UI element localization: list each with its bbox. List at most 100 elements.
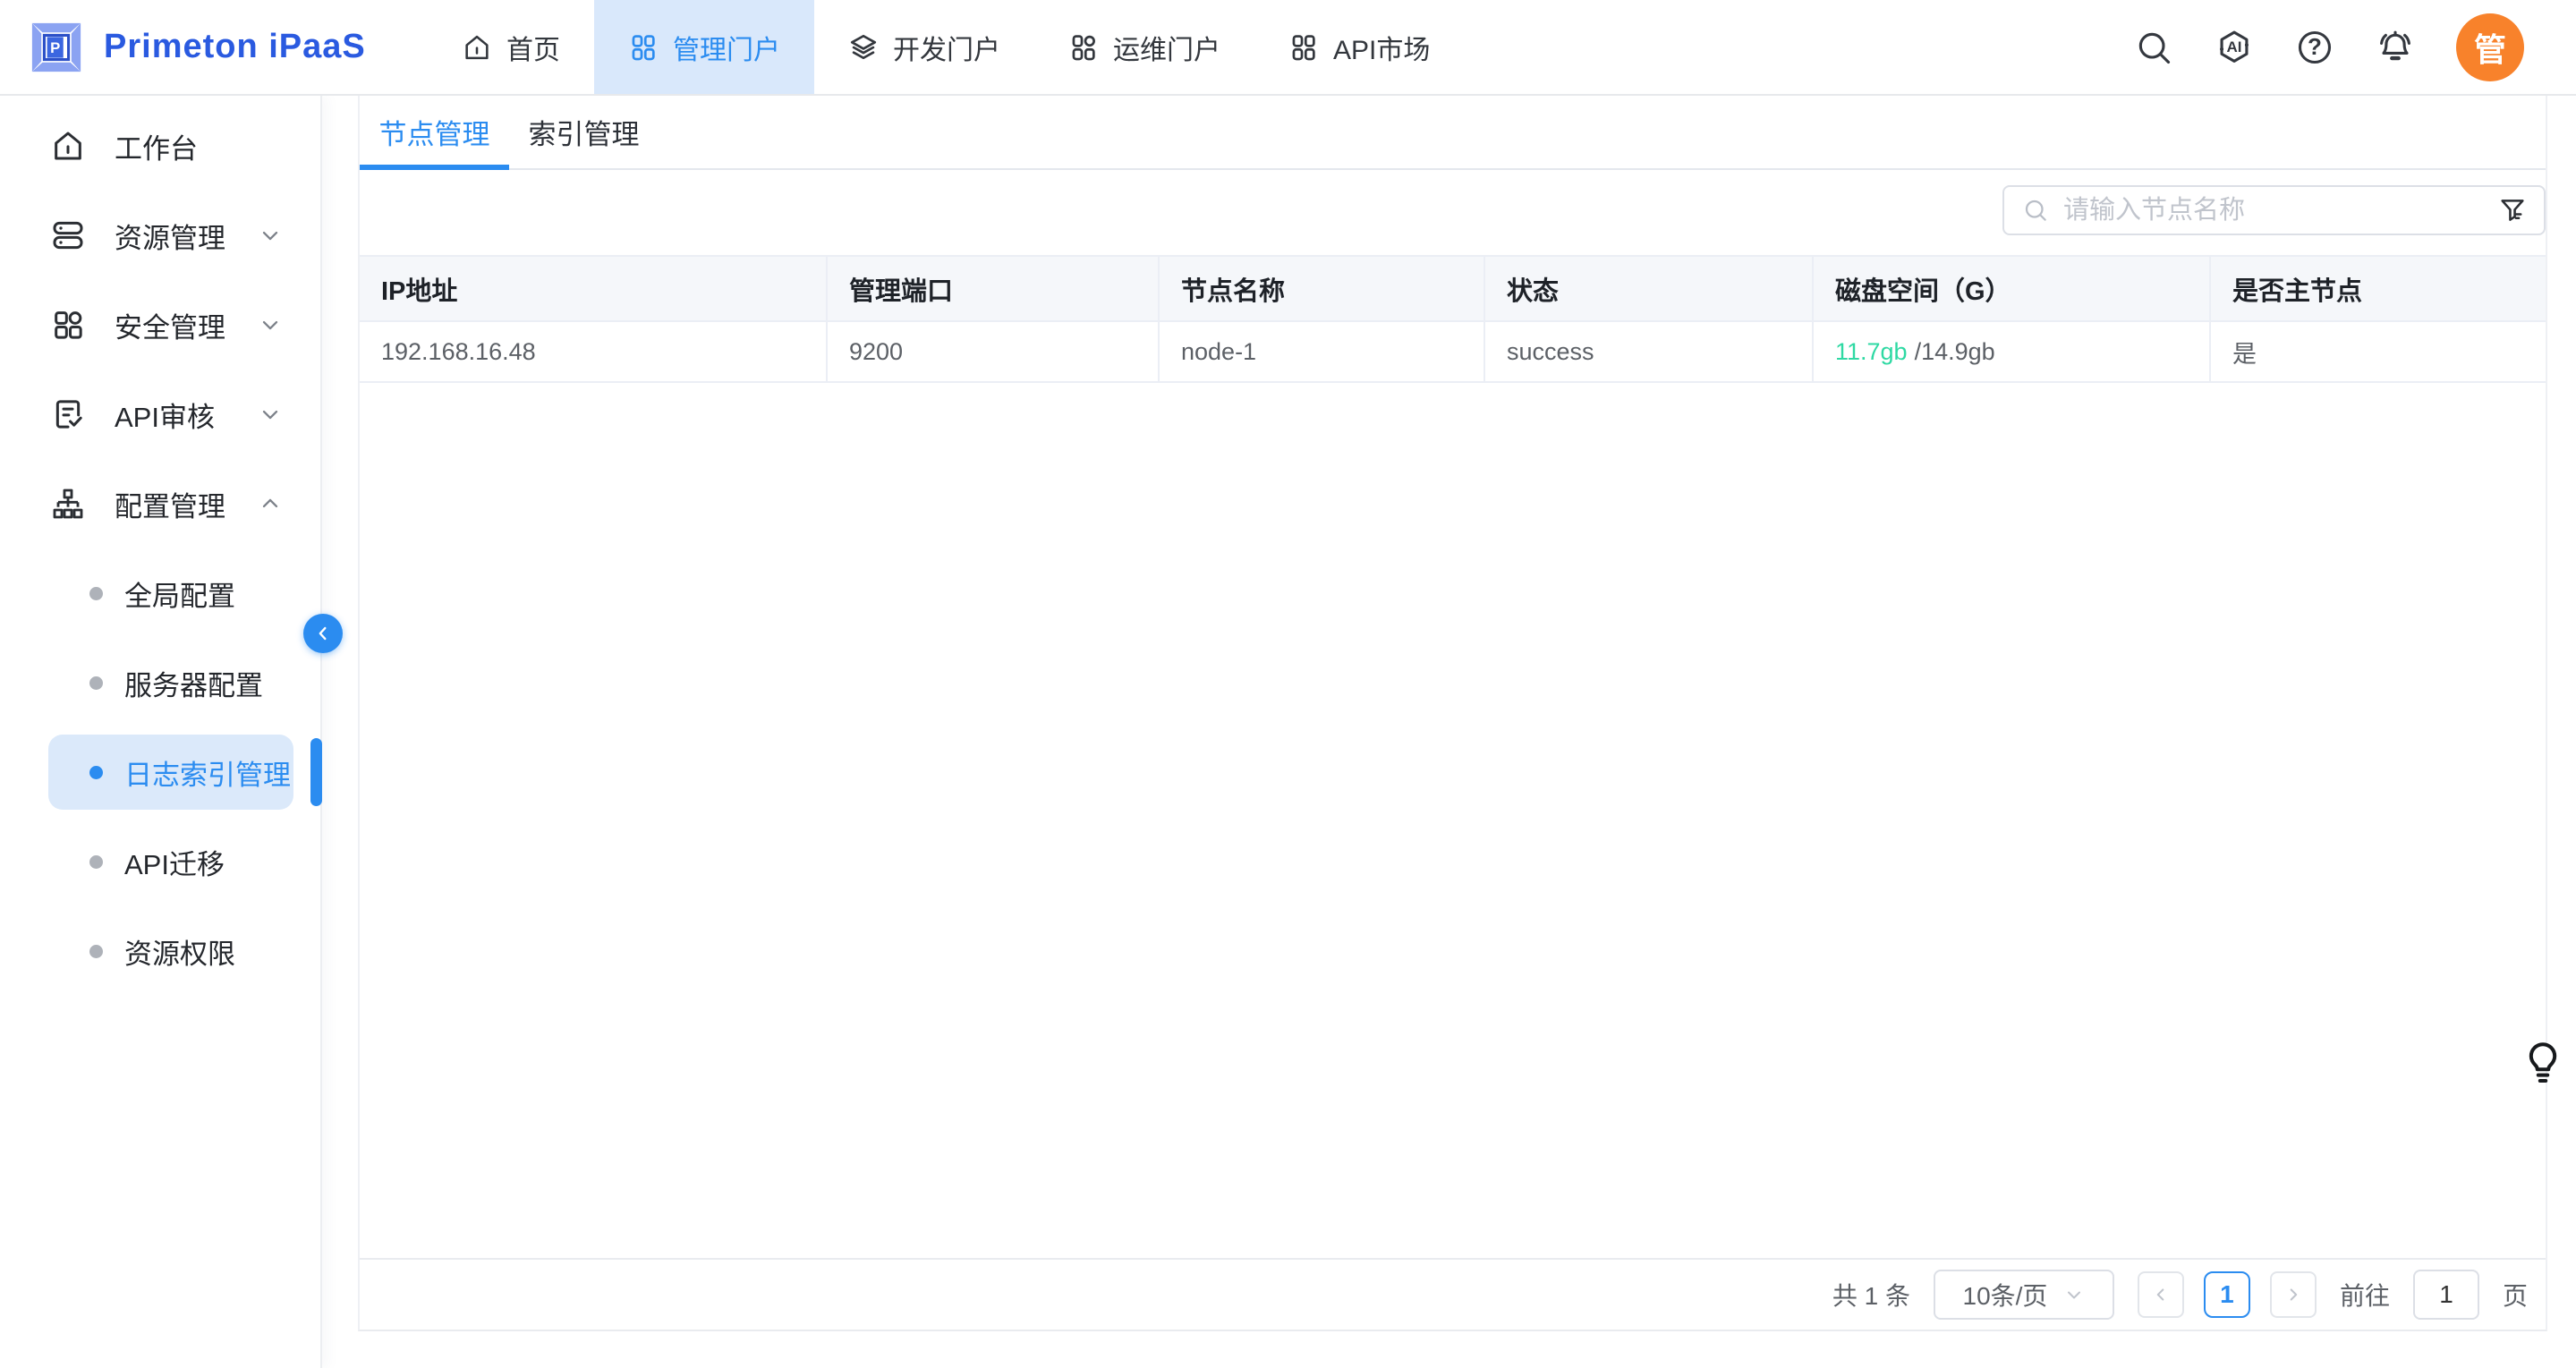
- sidebar-item-api-review[interactable]: API审核: [0, 370, 320, 459]
- column-header-status: 状态: [1485, 257, 1814, 322]
- sidebar: 工作台 资源管理 安全管理: [0, 96, 322, 1368]
- nav-label: 首页: [506, 28, 560, 67]
- sidebar-item-label: 安全管理: [115, 305, 225, 345]
- goto-page-input[interactable]: [2413, 1270, 2479, 1320]
- column-header-ip: IP地址: [360, 257, 828, 322]
- chevron-down-icon: [258, 402, 283, 427]
- goto-label: 前往: [2340, 1277, 2390, 1313]
- sidebar-item-label: 配置管理: [115, 484, 225, 524]
- nav-item-home[interactable]: 首页: [428, 0, 594, 94]
- page-size-value: 10条/页: [1963, 1277, 2048, 1313]
- pager: 1: [2138, 1271, 2317, 1318]
- cell-is-master: 是: [2211, 322, 2546, 383]
- sidebar-item-config-mgmt[interactable]: 配置管理: [0, 459, 320, 548]
- lightbulb-icon[interactable]: [2521, 1040, 2564, 1086]
- search-input[interactable]: [2063, 196, 2497, 225]
- sidebar-subitem-label: 日志索引管理: [124, 752, 291, 793]
- grid-icon: [1068, 32, 1099, 63]
- bullet-icon: [89, 766, 103, 779]
- disk-used-value: 11.7gb: [1835, 338, 1908, 366]
- avatar[interactable]: 管: [2456, 13, 2524, 81]
- doc-check-icon: [50, 396, 86, 432]
- brand[interactable]: P Primeton iPaaS: [0, 0, 428, 94]
- nav-label: 开发门户: [893, 28, 1000, 67]
- sidebar-subitem-label: API迁移: [124, 842, 225, 882]
- sidebar-subitem-log-index-mgmt[interactable]: 日志索引管理: [0, 727, 320, 817]
- filter-icon[interactable]: [2497, 195, 2528, 225]
- grid-icon: [628, 32, 659, 63]
- bullet-icon: [89, 855, 103, 869]
- next-page-button[interactable]: [2270, 1271, 2317, 1318]
- chevron-down-icon: [258, 223, 283, 248]
- bullet-icon: [89, 587, 103, 600]
- nav-label: 管理门户: [673, 28, 780, 67]
- ai-icon-label: AI: [2215, 28, 2254, 67]
- bullet-icon: [89, 676, 103, 690]
- brand-name: Primeton iPaaS: [104, 28, 366, 66]
- table-body: 192.168.16.48 9200 node-1 success 11.7gb…: [360, 322, 2546, 383]
- header-actions: AI ? 管: [2134, 0, 2576, 94]
- sidebar-subitem-api-migration[interactable]: API迁移: [0, 817, 320, 906]
- help-icon-mark: ?: [2295, 28, 2334, 67]
- home-icon: [50, 128, 86, 164]
- svg-text:P: P: [50, 38, 60, 55]
- nav-item-admin-portal[interactable]: 管理门户: [594, 0, 814, 94]
- node-table: IP地址 管理端口 节点名称 状态 磁盘空间（G） 是否主节点 192.168.…: [360, 255, 2546, 383]
- nav-item-ops-portal[interactable]: 运维门户: [1034, 0, 1254, 94]
- tabbar: 节点管理 索引管理: [360, 96, 2546, 170]
- cell-port: 9200: [828, 322, 1160, 383]
- bell-icon[interactable]: [2376, 28, 2415, 67]
- table-row[interactable]: 192.168.16.48 9200 node-1 success 11.7gb…: [360, 322, 2546, 383]
- chevron-down-icon: [258, 312, 283, 337]
- tab-label: 节点管理: [379, 112, 490, 152]
- nav-label: API市场: [1333, 28, 1430, 67]
- ai-icon[interactable]: AI: [2215, 28, 2254, 67]
- sidebar-subitem-resource-permission[interactable]: 资源权限: [0, 906, 320, 996]
- nav-label: 运维门户: [1113, 28, 1220, 67]
- goto-unit: 页: [2503, 1277, 2528, 1313]
- tab-node-management[interactable]: 节点管理: [360, 96, 509, 168]
- pagination-total: 共 1 条: [1832, 1277, 1910, 1313]
- help-icon[interactable]: ?: [2295, 28, 2334, 67]
- brand-logo-icon: P: [29, 20, 84, 75]
- app-grid-icon: [50, 307, 86, 343]
- sidebar-item-resource-mgmt[interactable]: 资源管理: [0, 191, 320, 280]
- sidebar-subitem-global-config[interactable]: 全局配置: [0, 548, 320, 638]
- search-icon: [2022, 197, 2049, 224]
- sidebar-item-label: 工作台: [115, 126, 198, 166]
- home-icon: [462, 32, 492, 63]
- column-header-disk: 磁盘空间（G）: [1814, 257, 2211, 322]
- chevron-left-icon: [313, 624, 333, 643]
- cell-disk: 11.7gb /14.9gb: [1814, 322, 2211, 383]
- page-size-select[interactable]: 10条/页: [1934, 1270, 2114, 1320]
- sidebar-item-security-mgmt[interactable]: 安全管理: [0, 280, 320, 370]
- top-header: P Primeton iPaaS 首页 管理门户: [0, 0, 2576, 96]
- node-search-box: [2002, 185, 2546, 235]
- disk-total-value: /14.9gb: [1915, 338, 1995, 366]
- sidebar-subitem-server-config[interactable]: 服务器配置: [0, 638, 320, 727]
- sidebar-collapse-button[interactable]: [303, 614, 343, 653]
- sidebar-subitem-label: 资源权限: [124, 931, 235, 972]
- cell-ip: 192.168.16.48: [360, 322, 828, 383]
- sidebar-item-label: API审核: [115, 395, 215, 435]
- tab-label: 索引管理: [529, 112, 640, 152]
- nav-item-api-market[interactable]: API市场: [1254, 0, 1464, 94]
- column-header-port: 管理端口: [828, 257, 1160, 322]
- main-content: 节点管理 索引管理 IP地址: [324, 96, 2576, 1368]
- chevron-down-icon: [2063, 1284, 2085, 1305]
- search-icon[interactable]: [2134, 28, 2173, 67]
- layers-icon: [848, 32, 879, 63]
- prev-page-button[interactable]: [2138, 1271, 2184, 1318]
- column-header-node-name: 节点名称: [1160, 257, 1485, 322]
- pagination-bar: 共 1 条 10条/页 1 前往 页: [360, 1258, 2546, 1330]
- cell-node-name: node-1: [1160, 322, 1485, 383]
- sidebar-subitem-label: 服务器配置: [124, 663, 263, 703]
- sidebar-item-workbench[interactable]: 工作台: [0, 101, 320, 191]
- nav-item-dev-portal[interactable]: 开发门户: [814, 0, 1034, 94]
- cell-status: success: [1485, 322, 1814, 383]
- chevron-up-icon: [258, 491, 283, 516]
- grid-icon: [1288, 32, 1319, 63]
- current-page-button[interactable]: 1: [2204, 1271, 2250, 1318]
- portal-nav: 首页 管理门户 开发门户: [428, 0, 1464, 94]
- tab-index-management[interactable]: 索引管理: [509, 96, 659, 168]
